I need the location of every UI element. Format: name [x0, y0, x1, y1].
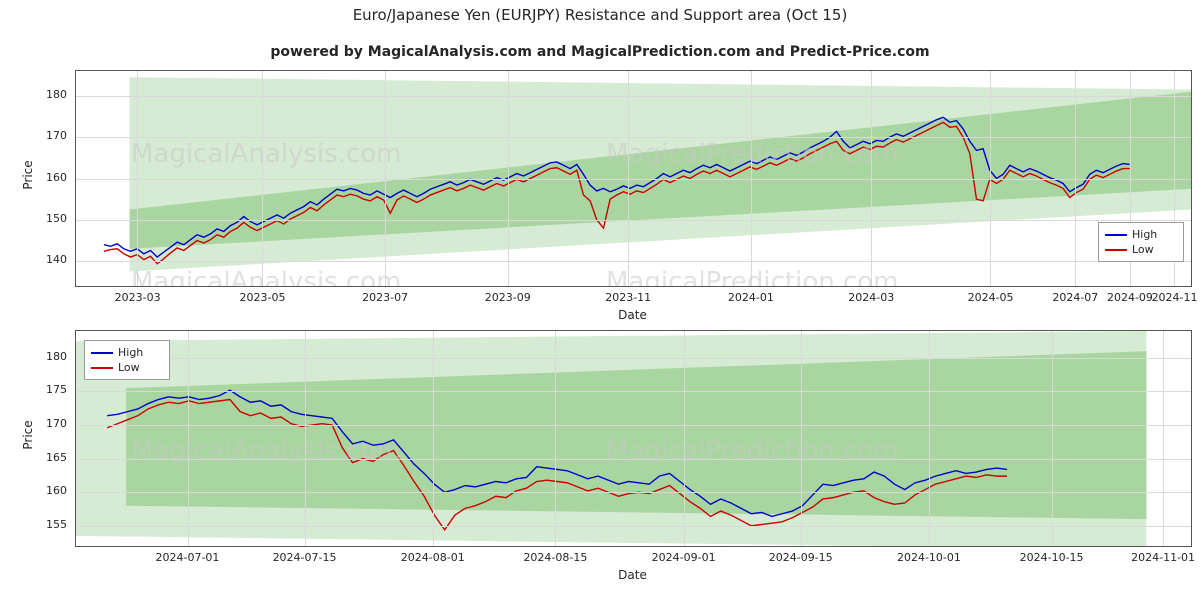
lower-y-axis-label: Price [21, 420, 35, 450]
y-tick-label: 180 [46, 349, 67, 363]
y-tick-label: 170 [46, 129, 67, 143]
upper-chart-panel: MagicalAnalysis.com MagicalPrediction.com… [0, 0, 1200, 322]
watermark: MagicalPrediction.com [606, 139, 899, 169]
watermark: MagicalAnalysis.com [131, 436, 402, 466]
upper-legend: High Low [1098, 222, 1184, 262]
gridline-y [76, 357, 1191, 359]
x-tick-label: 2024-09 [1106, 291, 1153, 304]
y-tick-label: 160 [46, 484, 67, 498]
x-tick-label: 2024-03 [848, 291, 895, 304]
gridline-x [1075, 71, 1077, 286]
legend-row-high: High [91, 345, 163, 360]
legend-label-high: High [1132, 228, 1158, 241]
gridline-x [432, 331, 434, 546]
x-tick-label: 2023-05 [239, 291, 286, 304]
x-tick-label: 2024-08-01 [400, 551, 465, 564]
legend-row-low: Low [1105, 242, 1177, 257]
x-tick-label: 2023-11 [605, 291, 652, 304]
gridline-x [507, 71, 509, 286]
legend-swatch-low [1105, 248, 1127, 251]
x-tick-label: 2024-09-15 [768, 551, 833, 564]
gridline-y [76, 525, 1191, 527]
x-tick-label: 2024-08-15 [523, 551, 588, 564]
lower-legend: High Low [84, 340, 170, 380]
y-tick-label: 140 [46, 253, 67, 267]
lower-plot-area: MagicalAnalysis.com MagicalPrediction.com [75, 330, 1192, 547]
gridline-x [555, 331, 557, 546]
watermark: MagicalPrediction.com [606, 267, 899, 287]
gridline-x [1051, 331, 1053, 546]
watermark: MagicalAnalysis.com [131, 267, 402, 287]
x-tick-label: 2024-01 [727, 291, 774, 304]
gridline-y [76, 391, 1191, 393]
gridline-y [76, 219, 1191, 221]
legend-row-low: Low [91, 360, 163, 375]
lower-chart-panel: MagicalAnalysis.com MagicalPrediction.com… [0, 310, 1200, 600]
legend-swatch-high [91, 351, 113, 354]
gridline-x [262, 71, 264, 286]
lower-x-axis-label: Date [618, 568, 647, 582]
legend-row-high: High [1105, 227, 1177, 242]
gridline-x [1163, 331, 1165, 546]
x-tick-label: 2024-09-01 [651, 551, 716, 564]
gridline-y [76, 178, 1191, 180]
gridline-x [990, 71, 992, 286]
y-tick-label: 175 [46, 383, 67, 397]
y-tick-label: 170 [46, 417, 67, 431]
gridline-x [137, 71, 139, 286]
x-tick-label: 2024-11 [1151, 291, 1198, 304]
y-tick-label: 180 [46, 87, 67, 101]
gridline-x [928, 331, 930, 546]
gridline-x [750, 71, 752, 286]
legend-label-low: Low [1132, 243, 1154, 256]
legend-label-high: High [118, 346, 144, 359]
x-tick-label: 2023-03 [114, 291, 161, 304]
watermark: MagicalPrediction.com [606, 436, 899, 466]
gridline-y [76, 492, 1191, 494]
gridline-x [627, 71, 629, 286]
x-tick-label: 2023-07 [362, 291, 409, 304]
gridline-y [76, 425, 1191, 427]
upper-plot-area: MagicalAnalysis.com MagicalPrediction.com… [75, 70, 1192, 287]
x-tick-label: 2024-07-15 [272, 551, 337, 564]
y-tick-label: 150 [46, 211, 67, 225]
legend-swatch-high [1105, 233, 1127, 236]
x-tick-label: 2024-11-01 [1131, 551, 1196, 564]
x-tick-label: 2024-05 [967, 291, 1014, 304]
gridline-x [870, 71, 872, 286]
gridline-x [384, 71, 386, 286]
gridline-y [76, 137, 1191, 139]
x-tick-label: 2024-10-15 [1019, 551, 1084, 564]
y-tick-label: 165 [46, 450, 67, 464]
x-tick-label: 2024-07 [1052, 291, 1099, 304]
x-tick-label: 2024-10-01 [896, 551, 961, 564]
gridline-y [76, 261, 1191, 263]
y-tick-label: 160 [46, 170, 67, 184]
upper-y-axis-label: Price [21, 160, 35, 190]
y-tick-label: 155 [46, 517, 67, 531]
chart-page: Euro/Japanese Yen (EURJPY) Resistance an… [0, 0, 1200, 600]
watermark: MagicalAnalysis.com [131, 139, 402, 169]
x-tick-label: 2024-07-01 [155, 551, 220, 564]
legend-label-low: Low [118, 361, 140, 374]
legend-swatch-low [91, 366, 113, 369]
x-tick-label: 2023-09 [484, 291, 531, 304]
gridline-y [76, 95, 1191, 97]
